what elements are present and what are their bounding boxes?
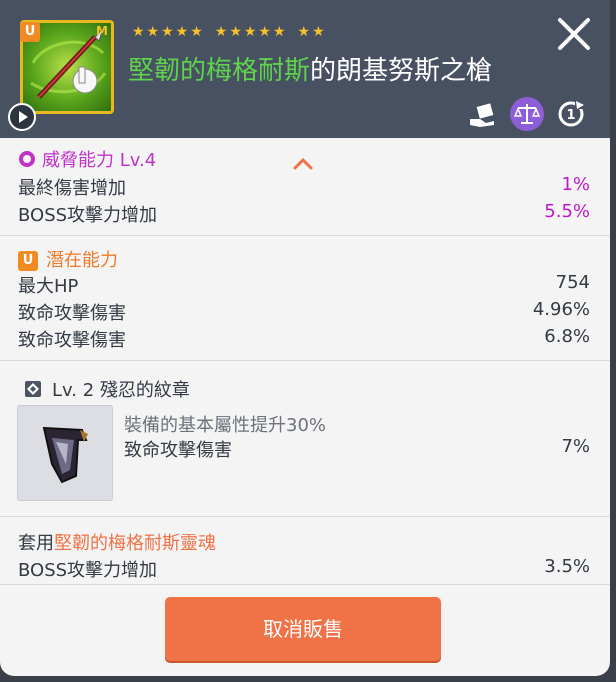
- stat-value: 754: [555, 272, 590, 293]
- stat-value: 4.96%: [532, 299, 590, 320]
- stat-value: 1%: [561, 174, 590, 195]
- emblem-icon: [42, 426, 88, 484]
- stat-label: BOSS攻擊力增加: [18, 560, 158, 581]
- star-group-3: ★★: [297, 24, 327, 40]
- stat-label: 致命攻擊傷害: [18, 330, 126, 351]
- emblem-section-title: Lv. 2 殘忍的紋章: [24, 376, 190, 402]
- close-icon: [558, 18, 590, 50]
- play-icon: [19, 111, 28, 123]
- item-detail-panel: U M ★★★★★ ★★★★★ ★★ 堅韌的梅格耐斯的朗基努斯之槍 1 威脅能力…: [0, 0, 610, 676]
- item-details-scroll[interactable]: 威脅能力 Lv.4 最終傷害增加 1% BOSS攻擊力增加 5.5% U 潛在能力…: [0, 138, 610, 586]
- emblem-diamond-icon: [25, 381, 41, 397]
- emblem-image[interactable]: [17, 405, 113, 501]
- reset-button[interactable]: 1: [554, 97, 588, 131]
- play-button[interactable]: [8, 103, 36, 131]
- item-title-rest: 的朗基努斯之槍: [310, 56, 493, 86]
- soul-prefix: 套用: [18, 533, 54, 554]
- emblem-row: 致命攻擊傷害 7%: [124, 436, 590, 462]
- bonus-row-2: BOSS攻擊力增加 5.5%: [18, 201, 590, 227]
- stat-value: 3.5%: [544, 556, 590, 577]
- stat-value: 5.5%: [544, 201, 590, 222]
- emblem-effect-line: 裝備的基本屬性提升30%: [124, 415, 327, 436]
- stat-label: 致命攻擊傷害: [18, 303, 126, 324]
- soul-name: 堅韌的梅格耐斯靈魂: [54, 533, 216, 554]
- stat-label: 最終傷害增加: [18, 178, 126, 199]
- item-title-highlight: 堅韌的梅格耐斯: [128, 56, 311, 86]
- hand-box-icon: [470, 103, 494, 127]
- divider: [0, 584, 610, 585]
- star-group-1: ★★★★★: [132, 24, 205, 40]
- svg-text:1: 1: [566, 108, 575, 123]
- soul-row: BOSS攻擊力增加 3.5%: [18, 556, 590, 582]
- grade-badge: U: [20, 22, 40, 42]
- refresh-icon: 1: [558, 100, 584, 127]
- emblem-title-text: Lv. 2 殘忍的紋章: [52, 380, 190, 401]
- potential-row-1: 最大HP 754: [18, 272, 590, 298]
- stat-label: 最大HP: [18, 276, 79, 297]
- stat-value: 7%: [561, 436, 590, 457]
- potential-row-3: 致命攻擊傷害 6.8%: [18, 326, 590, 352]
- transfer-button[interactable]: [466, 97, 500, 131]
- chevron-up-icon[interactable]: [291, 156, 315, 172]
- compare-button[interactable]: [510, 97, 544, 131]
- m-corner-badge: M: [96, 24, 108, 38]
- divider: [0, 516, 610, 517]
- cancel-sale-button[interactable]: 取消販售: [165, 597, 441, 661]
- item-title: 堅韌的梅格耐斯的朗基努斯之槍: [128, 50, 492, 87]
- stat-label: 致命攻擊傷害: [124, 440, 232, 461]
- potential-section-title: U 潛在能力: [18, 246, 118, 272]
- scale-icon: [513, 104, 541, 124]
- bonus-icon: [19, 151, 35, 167]
- stat-label: BOSS攻擊力增加: [18, 205, 158, 226]
- close-button[interactable]: [554, 14, 594, 54]
- bonus-title-text: 威脅能力 Lv.4: [42, 150, 157, 171]
- divider: [0, 235, 610, 236]
- bonus-row-1: 最終傷害增加 1%: [18, 174, 590, 200]
- divider: [0, 360, 610, 361]
- item-header: U M ★★★★★ ★★★★★ ★★ 堅韌的梅格耐斯的朗基努斯之槍 1: [0, 0, 610, 138]
- potential-row-2: 致命攻擊傷害 4.96%: [18, 299, 590, 325]
- star-group-2: ★★★★★: [214, 24, 288, 40]
- stat-value: 6.8%: [544, 326, 590, 347]
- bonus-section-title: 威脅能力 Lv.4: [18, 146, 156, 172]
- soul-section-title: 套用堅韌的梅格耐斯靈魂: [18, 529, 216, 555]
- potential-title-text: 潛在能力: [46, 250, 118, 271]
- star-rating: ★★★★★ ★★★★★ ★★: [132, 24, 327, 40]
- potential-grade-badge: U: [18, 251, 38, 271]
